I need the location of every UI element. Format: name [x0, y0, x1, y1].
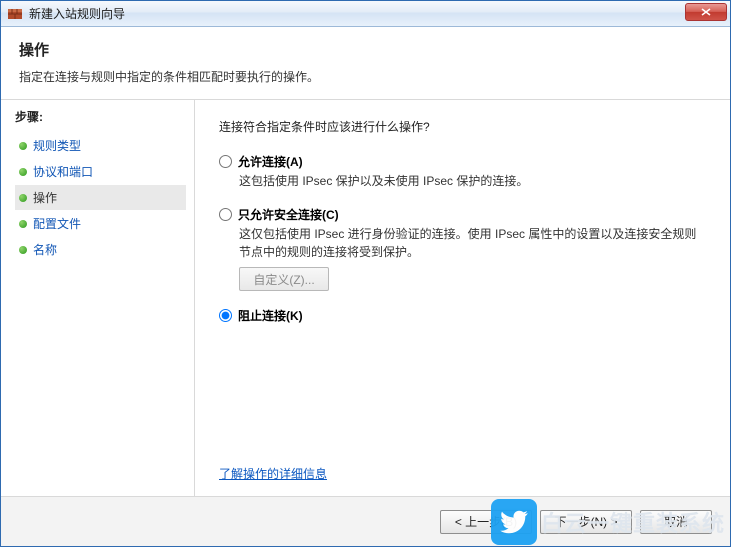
back-button[interactable]: < 上一步(B) [440, 510, 532, 534]
bullet-icon [19, 168, 27, 176]
next-button[interactable]: 下一步(N) > [540, 510, 632, 534]
step-label: 规则类型 [33, 137, 81, 154]
steps-heading: 步骤: [15, 108, 194, 125]
wizard-footer: < 上一步(B) 下一步(N) > 取消 [1, 496, 730, 546]
step-protocol-port[interactable]: 协议和端口 [15, 159, 186, 184]
step-action[interactable]: 操作 [15, 185, 186, 210]
option-block-block: 阻止连接(K) [219, 307, 706, 324]
body-row: 步骤: 规则类型 协议和端口 操作 配置文件 名称 连接 [1, 100, 730, 496]
option-block[interactable]: 阻止连接(K) [219, 307, 706, 324]
close-icon [701, 8, 711, 16]
close-button[interactable] [685, 3, 727, 21]
option-secure-desc: 这仅包括使用 IPsec 进行身份验证的连接。使用 IPsec 属性中的设置以及… [239, 226, 706, 261]
firewall-icon [7, 6, 23, 22]
option-secure-label: 只允许安全连接(C) [238, 206, 339, 223]
radio-block[interactable] [219, 309, 232, 322]
page-title: 操作 [19, 39, 712, 60]
page-description: 指定在连接与规则中指定的条件相匹配时要执行的操作。 [19, 68, 712, 85]
step-label: 协议和端口 [33, 163, 93, 180]
option-secure[interactable]: 只允许安全连接(C) [219, 206, 706, 223]
steps-sidebar: 步骤: 规则类型 协议和端口 操作 配置文件 名称 [1, 100, 195, 496]
step-profile[interactable]: 配置文件 [15, 211, 186, 236]
option-allow-label: 允许连接(A) [238, 153, 303, 170]
option-allow[interactable]: 允许连接(A) [219, 153, 706, 170]
option-secure-block: 只允许安全连接(C) 这仅包括使用 IPsec 进行身份验证的连接。使用 IPs… [219, 206, 706, 291]
learn-more-link[interactable]: 了解操作的详细信息 [219, 465, 327, 482]
wizard-window: 新建入站规则向导 操作 指定在连接与规则中指定的条件相匹配时要执行的操作。 步骤… [0, 0, 731, 547]
option-allow-block: 允许连接(A) 这包括使用 IPsec 保护以及未使用 IPsec 保护的连接。 [219, 153, 706, 190]
step-label: 操作 [33, 189, 57, 206]
step-rule-type[interactable]: 规则类型 [15, 133, 186, 158]
bullet-icon [19, 246, 27, 254]
content-panel: 连接符合指定条件时应该进行什么操作? 允许连接(A) 这包括使用 IPsec 保… [195, 100, 730, 496]
header-panel: 操作 指定在连接与规则中指定的条件相匹配时要执行的操作。 [1, 27, 730, 100]
option-block-label: 阻止连接(K) [238, 307, 303, 324]
option-allow-desc: 这包括使用 IPsec 保护以及未使用 IPsec 保护的连接。 [239, 173, 706, 190]
bullet-icon [19, 220, 27, 228]
radio-secure[interactable] [219, 208, 232, 221]
customize-button: 自定义(Z)... [239, 267, 329, 291]
bullet-icon [19, 194, 27, 202]
radio-allow[interactable] [219, 155, 232, 168]
action-question: 连接符合指定条件时应该进行什么操作? [219, 118, 706, 135]
step-label: 配置文件 [33, 215, 81, 232]
cancel-button[interactable]: 取消 [640, 510, 712, 534]
step-name[interactable]: 名称 [15, 237, 186, 262]
titlebar: 新建入站规则向导 [1, 1, 730, 27]
step-label: 名称 [33, 241, 57, 258]
window-title: 新建入站规则向导 [29, 5, 125, 22]
bullet-icon [19, 142, 27, 150]
